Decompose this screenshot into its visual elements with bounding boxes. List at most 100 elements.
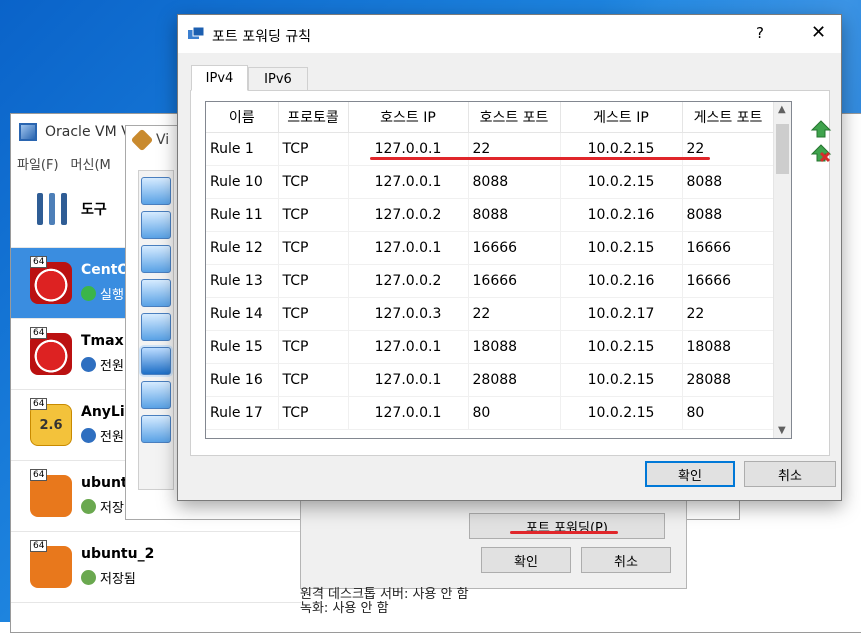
rules-scrollbar[interactable]: ▲ ▼ — [773, 102, 791, 438]
host-ip-cell[interactable]: 127.0.0.1 — [348, 396, 469, 430]
host-port-cell[interactable]: 22 — [468, 132, 561, 166]
guest-ip-cell[interactable]: 10.0.2.17 — [560, 297, 683, 331]
display-category-icon[interactable] — [141, 245, 171, 273]
guest-ip-cell[interactable]: 10.0.2.15 — [560, 165, 683, 199]
host-ip-cell[interactable]: 127.0.0.1 — [348, 165, 469, 199]
anylinux-os-icon: 2.6 — [30, 404, 72, 446]
network-ok-button[interactable]: 확인 — [481, 547, 571, 573]
rule-name-cell[interactable]: Rule 15 — [206, 330, 279, 364]
host-port-cell[interactable]: 16666 — [468, 264, 561, 298]
host-ip-cell[interactable]: 127.0.0.2 — [348, 264, 469, 298]
col-header-host-port[interactable]: 호스트 포트 — [468, 102, 561, 133]
host-ip-cell[interactable]: 127.0.0.1 — [348, 231, 469, 265]
col-header-name[interactable]: 이름 — [206, 102, 279, 133]
host-ip-cell[interactable]: 127.0.0.1 — [348, 132, 469, 166]
usb-category-icon[interactable] — [141, 415, 171, 443]
guest-port-cell[interactable]: 18088 — [682, 330, 775, 364]
vm-name: CentO — [81, 262, 130, 278]
guest-port-cell[interactable]: 16666 — [682, 264, 775, 298]
protocol-cell[interactable]: TCP — [278, 231, 349, 265]
table-row[interactable]: Rule 11 TCP 127.0.0.2 8088 10.0.2.16 8088 — [206, 198, 775, 232]
col-header-host-ip[interactable]: 호스트 IP — [348, 102, 469, 133]
guest-port-cell[interactable]: 8088 — [682, 165, 775, 199]
rule-name-cell[interactable]: Rule 16 — [206, 363, 279, 397]
protocol-cell[interactable]: TCP — [278, 165, 349, 199]
table-row[interactable]: Rule 15 TCP 127.0.0.1 18088 10.0.2.15 18088 — [206, 330, 775, 364]
host-port-cell[interactable]: 28088 — [468, 363, 561, 397]
rule-name-cell[interactable]: Rule 14 — [206, 297, 279, 331]
protocol-cell[interactable]: TCP — [278, 396, 349, 430]
guest-port-cell[interactable]: 8088 — [682, 198, 775, 232]
guest-port-cell[interactable]: 28088 — [682, 363, 775, 397]
host-port-cell[interactable]: 8088 — [468, 198, 561, 232]
protocol-cell[interactable]: TCP — [278, 330, 349, 364]
host-ip-cell[interactable]: 127.0.0.1 — [348, 363, 469, 397]
menu-machine[interactable]: 머신(M — [71, 154, 111, 173]
host-ip-cell[interactable]: 127.0.0.1 — [348, 330, 469, 364]
table-row[interactable]: Rule 12 TCP 127.0.0.1 16666 10.0.2.15 16666 — [206, 231, 775, 265]
tab-ipv4[interactable]: IPv4 — [191, 65, 248, 91]
remove-rule-icon[interactable] — [810, 143, 832, 165]
protocol-cell[interactable]: TCP — [278, 297, 349, 331]
host-port-cell[interactable]: 80 — [468, 396, 561, 430]
audio-category-icon[interactable] — [141, 313, 171, 341]
scroll-thumb[interactable] — [776, 124, 789, 174]
add-rule-icon[interactable] — [810, 119, 832, 141]
network-window-icon — [188, 27, 204, 39]
rule-name-cell[interactable]: Rule 13 — [206, 264, 279, 298]
col-header-guest-port[interactable]: 게스트 포트 — [682, 102, 775, 133]
guest-port-cell[interactable]: 22 — [682, 132, 775, 166]
table-row[interactable]: Rule 10 TCP 127.0.0.1 8088 10.0.2.15 8088 — [206, 165, 775, 199]
guest-ip-cell[interactable]: 10.0.2.15 — [560, 231, 683, 265]
guest-ip-cell[interactable]: 10.0.2.15 — [560, 396, 683, 430]
guest-ip-cell[interactable]: 10.0.2.16 — [560, 198, 683, 232]
guest-port-cell[interactable]: 16666 — [682, 231, 775, 265]
tab-ipv6[interactable]: IPv6 — [248, 67, 308, 91]
table-row[interactable]: Rule 16 TCP 127.0.0.1 28088 10.0.2.15 28088 — [206, 363, 775, 397]
table-row[interactable]: Rule 13 TCP 127.0.0.2 16666 10.0.2.16 16666 — [206, 264, 775, 298]
scroll-down-icon[interactable]: ▼ — [778, 425, 786, 436]
guest-port-cell[interactable]: 80 — [682, 396, 775, 430]
guest-ip-cell[interactable]: 10.0.2.15 — [560, 132, 683, 166]
host-port-cell[interactable]: 8088 — [468, 165, 561, 199]
protocol-cell[interactable]: TCP — [278, 363, 349, 397]
storage-category-icon[interactable] — [141, 279, 171, 307]
network-category-icon[interactable] — [141, 347, 171, 375]
guest-ip-cell[interactable]: 10.0.2.15 — [560, 363, 683, 397]
menu-file[interactable]: 파일(F) — [17, 154, 59, 173]
vm-list-item[interactable]: 64 ubuntu_2 저장됨 — [11, 532, 301, 603]
protocol-cell[interactable]: TCP — [278, 132, 349, 166]
network-cancel-button[interactable]: 취소 — [581, 547, 671, 573]
general-category-icon[interactable] — [141, 177, 171, 205]
guest-ip-cell[interactable]: 10.0.2.15 — [560, 330, 683, 364]
rule-name-cell[interactable]: Rule 11 — [206, 198, 279, 232]
host-ip-cell[interactable]: 127.0.0.3 — [348, 297, 469, 331]
serial-category-icon[interactable] — [141, 381, 171, 409]
host-port-cell[interactable]: 16666 — [468, 231, 561, 265]
pf-titlebar: 포트 포워딩 규칙 ? ✕ — [178, 15, 841, 53]
scroll-up-icon[interactable]: ▲ — [778, 104, 786, 115]
pf-cancel-button[interactable]: 취소 — [744, 461, 836, 487]
guest-port-cell[interactable]: 22 — [682, 297, 775, 331]
pf-ok-button[interactable]: 확인 — [645, 461, 735, 487]
table-row[interactable]: Rule 17 TCP 127.0.0.1 80 10.0.2.15 80 — [206, 396, 775, 430]
host-port-cell[interactable]: 18088 — [468, 330, 561, 364]
table-row[interactable]: Rule 14 TCP 127.0.0.3 22 10.0.2.17 22 — [206, 297, 775, 331]
system-category-icon[interactable] — [141, 211, 171, 239]
close-icon[interactable]: ✕ — [811, 22, 826, 43]
rule-name-cell[interactable]: Rule 17 — [206, 396, 279, 430]
rule-name-cell[interactable]: Rule 10 — [206, 165, 279, 199]
host-port-cell[interactable]: 22 — [468, 297, 561, 331]
port-forwarding-button[interactable]: 포트 포워딩(P) — [469, 513, 665, 539]
rule-name-cell[interactable]: Rule 1 — [206, 132, 279, 166]
table-row[interactable]: Rule 1 TCP 127.0.0.1 22 10.0.2.15 22 — [206, 132, 775, 166]
guest-ip-cell[interactable]: 10.0.2.16 — [560, 264, 683, 298]
col-header-protocol[interactable]: 프로토콜 — [278, 102, 349, 133]
col-header-guest-ip[interactable]: 게스트 IP — [560, 102, 683, 133]
host-ip-cell[interactable]: 127.0.0.2 — [348, 198, 469, 232]
rule-name-cell[interactable]: Rule 12 — [206, 231, 279, 265]
protocol-cell[interactable]: TCP — [278, 264, 349, 298]
rules-table: 이름 프로토콜 호스트 IP 호스트 포트 게스트 IP 게스트 포트 Rule… — [205, 101, 792, 439]
protocol-cell[interactable]: TCP — [278, 198, 349, 232]
help-button[interactable]: ? — [756, 24, 764, 42]
